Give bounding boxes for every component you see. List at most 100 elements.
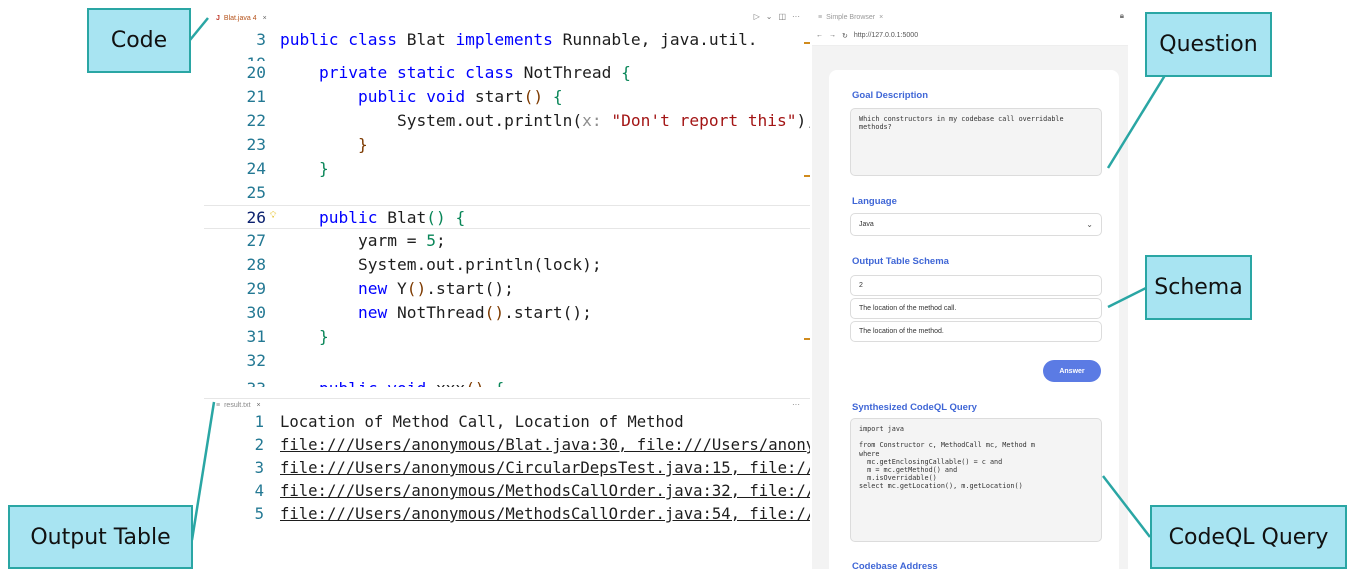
callout-code: Code <box>87 8 191 73</box>
tab-label: Blat.java 4 <box>223 14 257 22</box>
schema-column-2-input[interactable]: The location of the method. <box>850 321 1102 342</box>
back-icon[interactable]: ← <box>816 32 823 39</box>
line-number: 3 <box>256 30 266 49</box>
code-text: public class Blat implements Runnable, j… <box>280 30 758 49</box>
split-editor-icon[interactable]: ◫ <box>778 12 786 21</box>
tab-result-txt[interactable]: ≡ result.txt × <box>216 402 261 409</box>
code-line[interactable]: 32 <box>204 349 810 373</box>
lock-icon: 🔒︎ <box>1119 11 1124 20</box>
callout-codeql-query: CodeQL Query <box>1150 505 1347 569</box>
schema-title: Output Table Schema <box>852 256 949 267</box>
line-number: 28 <box>246 255 267 274</box>
code-line[interactable]: 29 new Y().start(); <box>204 277 810 301</box>
code-lines[interactable]: 3 public class Blat implements Runnable, … <box>204 28 810 387</box>
forward-icon[interactable]: → <box>829 32 836 39</box>
lightbulb-icon[interactable]: 💡︎ <box>270 204 276 228</box>
url-bar: ← → ↻ http://127.0.0.1:5000 <box>812 26 1128 46</box>
line-number: 21 <box>246 87 267 106</box>
code-line[interactable]: 21 public void start() { <box>204 85 810 109</box>
result-line[interactable]: 4 file:///Users/anonymous/MethodsCallOrde… <box>204 480 810 503</box>
code-text: public void start() { <box>357 87 563 106</box>
code-line[interactable]: 19 <box>204 52 810 61</box>
answer-button[interactable]: Answer <box>1043 360 1101 382</box>
callout-output-table: Output Table <box>8 505 193 569</box>
line-number: 29 <box>246 279 267 298</box>
close-icon[interactable]: × <box>257 402 261 409</box>
editor-actions: ▷ ⌄ ◫ ··· <box>754 12 800 21</box>
result-line[interactable]: 3 file:///Users/anonymous/CircularDepsTes… <box>204 457 810 480</box>
code-text: private static class NotThread { <box>318 63 631 82</box>
line-number: 32 <box>246 351 267 370</box>
line-number: 5 <box>254 505 264 523</box>
line-number: 22 <box>246 111 267 130</box>
code-line[interactable]: 3 public class Blat implements Runnable, … <box>204 28 810 52</box>
file-link[interactable]: file:///Users/anonymous/MethodsCallOrder… <box>280 480 810 503</box>
result-line[interactable]: 5 file:///Users/anonymous/MethodsCallOrde… <box>204 503 810 526</box>
goal-title: Goal Description <box>852 90 929 101</box>
code-line[interactable]: 23 } <box>204 133 810 157</box>
run-icon[interactable]: ▷ <box>754 12 760 21</box>
line-number: 20 <box>246 63 267 82</box>
file-link[interactable]: file:///Users/anonymous/CircularDepsTest… <box>280 457 810 480</box>
line-number: 19 <box>204 52 267 61</box>
result-line[interactable]: 1 Location of Method Call, Location of Me… <box>204 411 810 434</box>
code-line[interactable]: 33 public void xxx() { <box>204 373 810 387</box>
callout-schema: Schema <box>1145 255 1252 320</box>
close-icon[interactable]: × <box>879 14 883 21</box>
header-text: Location of Method Call, Location of Met… <box>280 413 684 431</box>
query-textarea[interactable]: import java from Constructor c, MethodCa… <box>850 418 1102 542</box>
url-input[interactable]: http://127.0.0.1:5000 <box>854 32 918 39</box>
code-text: public void xxx() { <box>280 377 504 387</box>
callout-question: Question <box>1145 12 1272 77</box>
code-line[interactable]: 25 <box>204 181 810 205</box>
line-number: 2 <box>254 436 264 454</box>
code-line[interactable]: 30 new NotThread().start(); <box>204 301 810 325</box>
browser-icon: ≡ <box>818 13 823 21</box>
code-text: yarm = 5; <box>280 231 446 250</box>
file-link[interactable]: file:///Users/anonymous/Blat.java:30, fi… <box>280 434 810 457</box>
line-number: 27 <box>246 231 267 250</box>
more-icon[interactable]: ··· <box>792 400 800 409</box>
language-title: Language <box>852 196 897 207</box>
schema-column-1-input[interactable]: The location of the method call. <box>850 298 1102 319</box>
language-select[interactable]: Java ⌄ <box>850 213 1102 236</box>
code-line[interactable]: 31 } <box>204 325 810 349</box>
text-file-icon: ≡ <box>216 401 221 409</box>
code-line[interactable]: 27 yarm = 5; <box>204 229 810 253</box>
goal-textarea[interactable]: Which constructors in my codebase call o… <box>850 108 1102 176</box>
code-line[interactable]: 20 private static class NotThread { <box>204 61 810 85</box>
line-number: 33 <box>204 377 267 387</box>
schema-count-input[interactable]: 2 <box>850 275 1102 296</box>
code-line[interactable]: 24 } <box>204 157 810 181</box>
simple-browser[interactable]: ≡ Simple Browser × 🔒︎ ← → ↻ http://127.0… <box>812 8 1128 569</box>
chevron-down-icon[interactable]: ⌄ <box>766 12 773 21</box>
result-actions: ··· <box>792 400 800 409</box>
browser-tab[interactable]: ≡ Simple Browser × <box>812 8 1128 26</box>
result-line[interactable]: 2 file:///Users/anonymous/Blat.java:30, f… <box>204 434 810 457</box>
code-line[interactable]: 26 public Blat() {💡︎ <box>204 205 810 229</box>
reload-icon[interactable]: ↻ <box>842 32 848 40</box>
editor-tabbar: J Blat.java 4 × ▷ ⌄ ◫ ··· <box>204 8 810 28</box>
result-pane[interactable]: ≡ result.txt × ··· 1 Location of Method C… <box>204 398 810 569</box>
codebase-title: Codebase Address <box>852 561 938 569</box>
overview-ruler-mark <box>804 42 810 44</box>
language-value: Java <box>859 221 874 228</box>
code-editor[interactable]: J Blat.java 4 × ▷ ⌄ ◫ ··· 3 public class … <box>204 8 810 398</box>
file-link[interactable]: file:///Users/anonymous/MethodsCallOrder… <box>280 503 810 526</box>
code-line[interactable]: 28 System.out.println(lock); <box>204 253 810 277</box>
result-lines[interactable]: 1 Location of Method Call, Location of Me… <box>204 411 810 526</box>
tab-blat-java[interactable]: J Blat.java 4 × <box>216 15 267 22</box>
line-number: 24 <box>246 159 267 178</box>
line-number: 1 <box>254 413 264 431</box>
code-line[interactable]: 22 System.out.println(x: "Don't report t… <box>204 109 811 133</box>
browser-tab-label: Simple Browser <box>826 13 876 21</box>
overview-ruler-mark <box>804 338 810 340</box>
query-title: Synthesized CodeQL Query <box>852 402 977 413</box>
line-number: 23 <box>246 135 267 154</box>
close-icon[interactable]: × <box>263 15 267 22</box>
more-icon[interactable]: ··· <box>792 12 800 21</box>
code-text: new NotThread().start(); <box>357 303 592 322</box>
line-number: 3 <box>254 459 264 477</box>
chevron-down-icon: ⌄ <box>1086 220 1093 229</box>
line-number: 30 <box>246 303 267 322</box>
